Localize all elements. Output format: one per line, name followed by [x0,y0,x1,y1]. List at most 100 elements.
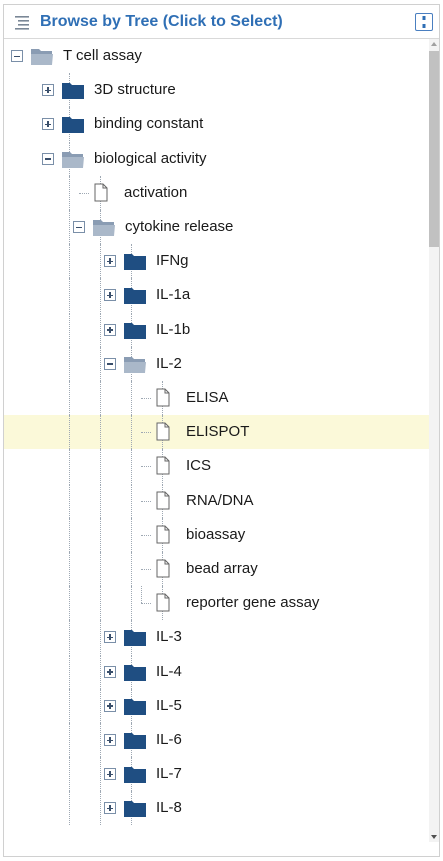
tree-guide-line [131,381,132,415]
tree-connector-line [141,466,151,468]
tree-guide-line [69,449,70,484]
expand-toggle-icon[interactable] [104,289,116,302]
expand-toggle-icon[interactable] [104,323,116,336]
folder-closed-icon [123,285,147,305]
folder-closed-icon [123,798,147,818]
expand-toggle-icon[interactable] [42,118,54,131]
tree-leaf-row[interactable]: bead array [4,552,429,586]
tree-node-label[interactable]: RNA/DNA [186,492,254,509]
tree-leaf-row[interactable]: ELISA [4,381,429,415]
tree-guide-line [100,244,101,279]
document-icon [94,183,108,202]
tree-guide-line [100,483,101,518]
tree-node-label[interactable]: biological activity [94,150,207,167]
tree-guide-line [69,723,70,757]
tree-node-label[interactable]: IL-8 [156,799,182,816]
tree-node-label[interactable]: bead array [186,560,258,577]
tree-folder-row[interactable]: IL-5 [4,688,429,723]
folder-closed-icon [123,320,147,340]
scroll-up-arrow-icon[interactable] [431,42,437,46]
tree-folder-row[interactable]: IL-8 [4,791,429,826]
expand-toggle-icon[interactable] [104,665,116,678]
vertical-scrollbar[interactable] [429,39,439,842]
tree-node-label[interactable]: IL-3 [156,628,182,645]
tree-folder-row[interactable]: cytokine release [4,210,429,244]
panel-header: Browse by Tree (Click to Select) [4,5,439,39]
tree-leaf-row[interactable]: activation [4,175,429,210]
scroll-thumb[interactable] [429,51,439,247]
tree-folder-row[interactable]: biological activity [4,141,429,176]
tree-panel: Browse by Tree (Click to Select) T cell … [3,4,440,857]
tree-folder-row[interactable]: IL-1a [4,278,429,313]
tree-guide-line [69,517,70,552]
folder-open-icon [30,46,54,66]
tree-leaf-row[interactable]: ELISPOT [4,415,429,450]
expand-toggle-icon[interactable] [104,734,116,746]
scroll-down-arrow-icon[interactable] [431,835,437,839]
collapse-toggle-icon[interactable] [42,152,54,165]
tree-node-label[interactable]: T cell assay [63,47,142,64]
tree-guide-line [100,791,101,826]
tree-folder-row[interactable]: IL-4 [4,654,429,689]
tree-node-label[interactable]: 3D structure [94,81,176,98]
tree-guide-line [69,175,70,210]
tree-view: T cell assay 3D structure binding constant… [4,39,429,856]
tree-leaf-row[interactable]: reporter gene assay [4,586,429,621]
tree-folder-row[interactable]: binding constant [4,107,429,142]
folder-closed-icon [123,251,147,271]
collapse-toggle-icon[interactable] [104,357,116,370]
tree-node-label[interactable]: activation [124,184,187,201]
tree-node-label[interactable]: ELISA [186,389,229,406]
expand-toggle-icon[interactable] [104,768,116,781]
tree-guide-line [131,586,132,621]
tree-node-label[interactable]: IL-4 [156,663,182,680]
tree-node-label[interactable]: ICS [186,457,211,474]
tree-connector-line [141,398,151,399]
tree-leaf-row[interactable]: bioassay [4,517,429,552]
tree-node-label[interactable]: bioassay [186,526,245,543]
tree-leaf-row[interactable]: RNA/DNA [4,483,429,518]
tree-guide-line [100,415,101,450]
tree-folder-row[interactable]: IL-7 [4,757,429,792]
expand-toggle-icon[interactable] [104,255,116,268]
tree-node-label[interactable]: IL-2 [156,355,182,372]
tree-folder-row[interactable]: IL-2 [4,346,429,381]
tree-folder-row[interactable]: T cell assay [4,39,429,73]
folder-open-icon [123,354,147,374]
folder-closed-icon [123,627,147,647]
folder-open-icon [61,149,85,169]
tree-node-label[interactable]: IL-6 [156,731,182,748]
tree-node-label[interactable]: IL-7 [156,765,182,782]
tree-guide-line [69,654,70,689]
tree-connector-line [141,432,151,434]
collapse-all-button[interactable] [415,13,433,31]
document-icon [156,525,170,544]
tree-node-label[interactable]: IL-1a [156,286,190,303]
tree-guide-line [131,517,132,552]
tree-node-label[interactable]: ELISPOT [186,423,249,440]
tree-node-label[interactable]: IFNg [156,252,189,269]
folder-open-icon [92,217,116,237]
tree-guide-line [131,415,132,450]
tree-node-label[interactable]: IL-1b [156,321,190,338]
tree-folder-row[interactable]: IL-3 [4,620,429,655]
collapse-toggle-icon[interactable] [73,221,85,233]
tree-folder-row[interactable]: 3D structure [4,73,429,108]
collapse-icon [422,16,426,28]
tree-folder-row[interactable]: IL-6 [4,723,429,757]
expand-toggle-icon[interactable] [104,802,116,815]
collapse-toggle-icon[interactable] [11,50,23,62]
tree-node-label[interactable]: IL-5 [156,697,182,714]
tree-guide-line [69,381,70,415]
expand-toggle-icon[interactable] [104,699,116,712]
tree-guide-line [100,552,101,586]
tree-node-label[interactable]: binding constant [94,115,203,132]
tree-folder-row[interactable]: IFNg [4,244,429,279]
expand-toggle-icon[interactable] [104,631,116,644]
tree-folder-row[interactable]: IL-1b [4,312,429,347]
tree-node-label[interactable]: cytokine release [125,218,233,235]
tree-leaf-row[interactable]: ICS [4,449,429,484]
expand-toggle-icon[interactable] [42,84,54,97]
document-icon [156,422,170,441]
tree-node-label[interactable]: reporter gene assay [186,594,319,611]
